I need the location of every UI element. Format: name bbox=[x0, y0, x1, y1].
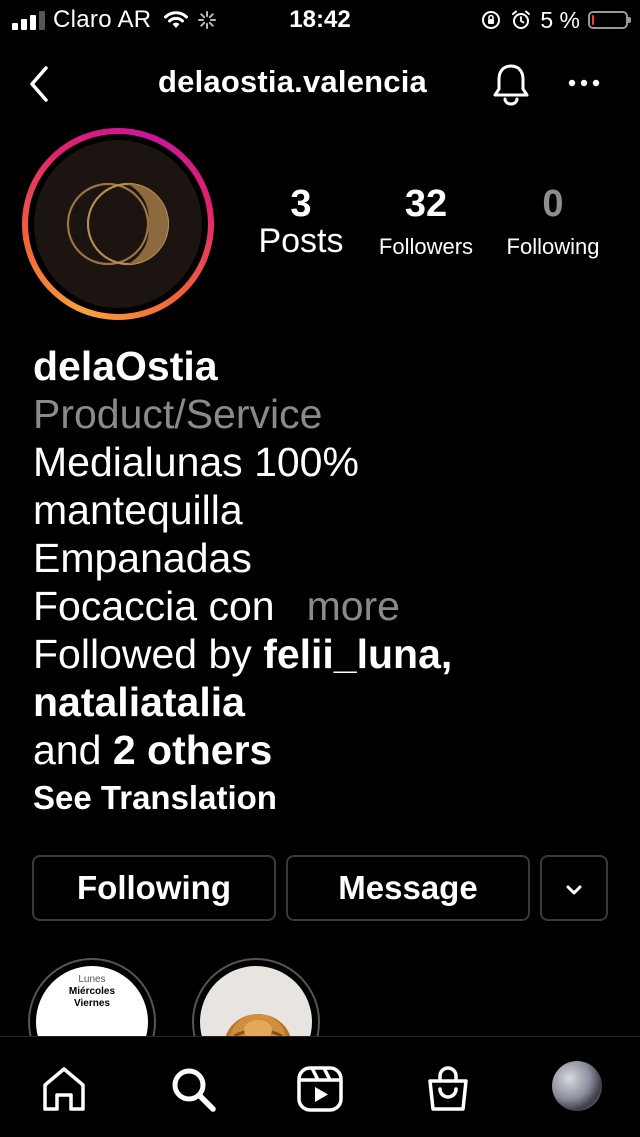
status-bar: Claro AR 18:42 5 % bbox=[0, 0, 640, 40]
bio-line: mantequilla bbox=[33, 487, 243, 533]
reels-icon bbox=[297, 1066, 343, 1112]
bio-line: Empanadas bbox=[33, 535, 252, 581]
avatar-ring-gap bbox=[28, 134, 208, 314]
profile-header: delaostia.valencia bbox=[0, 54, 640, 114]
chevron-down-icon bbox=[566, 885, 582, 895]
see-translation-link[interactable]: See Translation bbox=[33, 776, 623, 820]
battery-icon bbox=[588, 11, 631, 29]
profile-category: Product/Service bbox=[33, 391, 323, 437]
bio-line: Medialunas 100% bbox=[33, 439, 359, 485]
profile-avatar bbox=[34, 140, 202, 308]
bottom-tab-bar bbox=[0, 1036, 640, 1137]
message-button[interactable]: Message bbox=[286, 855, 530, 921]
following-stat[interactable]: 0 Following bbox=[494, 182, 612, 262]
status-right: 5 % bbox=[480, 6, 631, 34]
followed-by-line-3: and 2 others bbox=[33, 726, 623, 774]
followers-count: 32 bbox=[404, 183, 448, 225]
bio-more-link[interactable]: more bbox=[307, 583, 400, 629]
shop-icon bbox=[428, 1066, 468, 1111]
display-name: delaOstia bbox=[33, 343, 218, 389]
alarm-icon bbox=[512, 10, 531, 29]
bell-icon bbox=[493, 64, 529, 106]
followers-stat[interactable]: 32 Followers bbox=[368, 182, 484, 262]
mutual-others-link[interactable]: 2 others bbox=[113, 727, 273, 773]
home-icon bbox=[43, 1067, 85, 1111]
search-icon bbox=[172, 1068, 216, 1112]
battery-percent: 5 % bbox=[540, 6, 580, 33]
back-button[interactable] bbox=[22, 62, 58, 106]
tab-profile-avatar[interactable] bbox=[552, 1061, 602, 1111]
tab-search[interactable] bbox=[167, 1063, 219, 1115]
following-count: 0 bbox=[542, 183, 564, 225]
tab-home[interactable] bbox=[38, 1063, 90, 1115]
followed-by-line-2: nataliatalia bbox=[33, 678, 623, 726]
bio-line: Focaccia con bbox=[33, 583, 275, 629]
profile-bio: delaOstia Product/Service Medialunas 100… bbox=[33, 342, 623, 820]
more-options-button[interactable] bbox=[562, 68, 606, 98]
tab-reels[interactable] bbox=[294, 1063, 346, 1115]
followers-label: Followers bbox=[378, 234, 474, 259]
posts-count: 3 bbox=[290, 183, 312, 225]
posts-label: Posts bbox=[258, 222, 344, 260]
mutual-follower-link[interactable]: felii_luna, bbox=[263, 631, 452, 677]
username-title: delaostia.valencia bbox=[158, 64, 427, 99]
followed-by-and: and bbox=[33, 727, 102, 773]
battery-level bbox=[592, 15, 594, 25]
following-label: Following bbox=[506, 234, 600, 259]
posts-stat[interactable]: 3 Posts bbox=[245, 182, 357, 260]
following-button[interactable]: Following bbox=[32, 855, 276, 921]
followed-by-line: Followed by felii_luna, bbox=[33, 630, 623, 678]
orientation-lock-icon bbox=[482, 11, 501, 29]
more-horizontal-icon bbox=[568, 79, 600, 87]
tab-shop[interactable] bbox=[422, 1063, 474, 1115]
bio-line-last: Focaccia con more bbox=[33, 582, 623, 630]
suggested-accounts-button[interactable] bbox=[540, 855, 608, 921]
mutual-follower-link[interactable]: nataliatalia bbox=[33, 679, 245, 725]
brand-logo-icon bbox=[66, 182, 170, 266]
followed-by-prefix: Followed by bbox=[33, 631, 252, 677]
chevron-left-icon bbox=[30, 66, 48, 102]
notifications-button[interactable] bbox=[490, 60, 532, 108]
profile-avatar-story-ring[interactable] bbox=[22, 128, 214, 320]
